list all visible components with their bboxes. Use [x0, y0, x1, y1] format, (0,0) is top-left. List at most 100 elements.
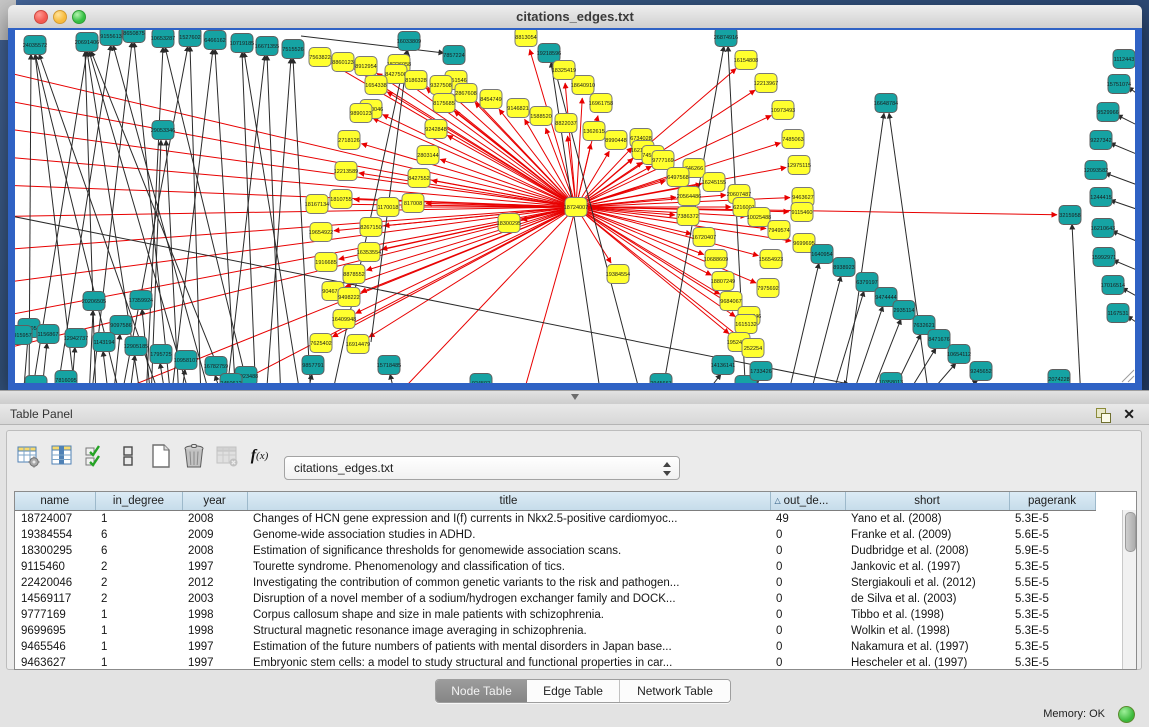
- cell-out_de[interactable]: 0: [770, 575, 845, 591]
- vertical-scrollbar[interactable]: [1122, 510, 1136, 669]
- cell-title[interactable]: Disruption of a novel member of a sodium…: [247, 591, 770, 607]
- cell-pagerank[interactable]: 5.3E-5: [1009, 607, 1095, 623]
- cell-out_de[interactable]: 0: [770, 639, 845, 655]
- cell-name[interactable]: 14569117: [15, 591, 95, 607]
- cell-short[interactable]: Franke et al. (2009): [845, 527, 1009, 543]
- table-select-dropdown[interactable]: citations_edges.txt: [284, 456, 680, 480]
- cell-pagerank[interactable]: 5.3E-5: [1009, 623, 1095, 639]
- cell-pagerank[interactable]: 5.3E-5: [1009, 559, 1095, 575]
- cell-short[interactable]: Jankovic et al. (1997): [845, 559, 1009, 575]
- cell-name[interactable]: 19384554: [15, 527, 95, 543]
- table-row[interactable]: 977716911998Corpus callosum shape and si…: [15, 607, 1095, 623]
- column-header-name[interactable]: name: [15, 492, 95, 511]
- cell-title[interactable]: Estimation of significance thresholds fo…: [247, 543, 770, 559]
- cell-name[interactable]: 9115460: [15, 559, 95, 575]
- cell-out_de[interactable]: 0: [770, 543, 845, 559]
- cell-short[interactable]: Stergiakouli et al. (2012): [845, 575, 1009, 591]
- table-row[interactable]: 946362711997Embryonic stem cells: a mode…: [15, 655, 1095, 670]
- cell-short[interactable]: de Silva et al. (2003): [845, 591, 1009, 607]
- cell-in_degree[interactable]: 1: [95, 511, 182, 528]
- close-icon[interactable]: ✕: [1123, 406, 1135, 422]
- cell-in_degree[interactable]: 6: [95, 527, 182, 543]
- cell-out_de[interactable]: 0: [770, 527, 845, 543]
- cell-name[interactable]: 18300295: [15, 543, 95, 559]
- column-header-short[interactable]: short: [845, 492, 1009, 511]
- row-height-icon[interactable]: [114, 442, 141, 470]
- cell-out_de[interactable]: 0: [770, 655, 845, 670]
- cell-year[interactable]: 2008: [182, 511, 247, 528]
- cell-title[interactable]: Changes of HCN gene expression and I(f) …: [247, 511, 770, 528]
- delete-icon[interactable]: [180, 442, 207, 470]
- cell-out_de[interactable]: 0: [770, 559, 845, 575]
- cell-name[interactable]: 9465546: [15, 639, 95, 655]
- cell-pagerank[interactable]: 5.3E-5: [1009, 591, 1095, 607]
- cell-pagerank[interactable]: 5.3E-5: [1009, 655, 1095, 670]
- float-window-icon[interactable]: [1096, 408, 1109, 421]
- table-row[interactable]: 1872400712008Changes of HCN gene express…: [15, 511, 1095, 528]
- column-header-out_de[interactable]: △out_de...: [770, 492, 845, 511]
- function-builder-icon[interactable]: f(x): [246, 442, 273, 470]
- cell-pagerank[interactable]: 5.3E-5: [1009, 511, 1095, 528]
- cell-year[interactable]: 2009: [182, 527, 247, 543]
- cell-title[interactable]: Corpus callosum shape and size in male p…: [247, 607, 770, 623]
- cell-in_degree[interactable]: 2: [95, 559, 182, 575]
- cell-in_degree[interactable]: 1: [95, 639, 182, 655]
- cell-pagerank[interactable]: 5.6E-5: [1009, 527, 1095, 543]
- cell-name[interactable]: 9463627: [15, 655, 95, 670]
- split-pane-divider[interactable]: [0, 390, 1149, 404]
- cell-year[interactable]: 2012: [182, 575, 247, 591]
- cell-in_degree[interactable]: 6: [95, 543, 182, 559]
- network-graph[interactable]: 2403557220691406915561386508751065328715…: [15, 30, 1135, 383]
- cell-short[interactable]: Dudbridge et al. (2008): [845, 543, 1009, 559]
- cell-short[interactable]: Yano et al. (2008): [845, 511, 1009, 528]
- cell-year[interactable]: 2008: [182, 543, 247, 559]
- new-file-icon[interactable]: [147, 442, 174, 470]
- cell-in_degree[interactable]: 1: [95, 607, 182, 623]
- cell-name[interactable]: 9777169: [15, 607, 95, 623]
- network-canvas[interactable]: 2403557220691406915561386508751065328715…: [15, 30, 1135, 383]
- column-header-title[interactable]: title: [247, 492, 770, 511]
- column-header-pagerank[interactable]: pagerank: [1009, 492, 1095, 511]
- table-row[interactable]: 969969511998Structural magnetic resonanc…: [15, 623, 1095, 639]
- cell-out_de[interactable]: 0: [770, 623, 845, 639]
- tab-node-table[interactable]: Node Table: [436, 680, 527, 702]
- cell-title[interactable]: Tourette syndrome. Phenomenology and cla…: [247, 559, 770, 575]
- tab-edge-table[interactable]: Edge Table: [527, 680, 619, 702]
- select-rows-icon[interactable]: [81, 442, 108, 470]
- column-header-year[interactable]: year: [182, 492, 247, 511]
- resize-grip-icon[interactable]: [1128, 376, 1134, 382]
- tab-network-table[interactable]: Network Table: [619, 680, 730, 702]
- cell-pagerank[interactable]: 5.9E-5: [1009, 543, 1095, 559]
- cell-short[interactable]: Hescheler et al. (1997): [845, 655, 1009, 670]
- network-node[interactable]: [25, 376, 47, 384]
- table-row[interactable]: 2242004622012Investigating the contribut…: [15, 575, 1095, 591]
- column-header-in_degree[interactable]: in_degree: [95, 492, 182, 511]
- cell-in_degree[interactable]: 1: [95, 623, 182, 639]
- column-edit-icon[interactable]: [48, 442, 75, 470]
- cell-year[interactable]: 1997: [182, 559, 247, 575]
- cell-title[interactable]: Investigating the contribution of common…: [247, 575, 770, 591]
- network-window-titlebar[interactable]: citations_edges.txt: [8, 5, 1142, 29]
- delete-table-icon[interactable]: [213, 442, 240, 470]
- table-settings-icon[interactable]: [15, 442, 42, 470]
- table-row[interactable]: 1456911722003Disruption of a novel membe…: [15, 591, 1095, 607]
- cell-title[interactable]: Genome-wide association studies in ADHD.: [247, 527, 770, 543]
- cell-pagerank[interactable]: 5.3E-5: [1009, 639, 1095, 655]
- cell-year[interactable]: 1997: [182, 639, 247, 655]
- cell-year[interactable]: 1998: [182, 607, 247, 623]
- cell-name[interactable]: 18724007: [15, 511, 95, 528]
- cell-name[interactable]: 22420046: [15, 575, 95, 591]
- cell-out_de[interactable]: 0: [770, 607, 845, 623]
- cell-out_de[interactable]: 49: [770, 511, 845, 528]
- cell-pagerank[interactable]: 5.5E-5: [1009, 575, 1095, 591]
- cell-title[interactable]: Estimation of the future numbers of pati…: [247, 639, 770, 655]
- cell-title[interactable]: Embryonic stem cells: a model to study s…: [247, 655, 770, 670]
- table-row[interactable]: 911546021997Tourette syndrome. Phenomeno…: [15, 559, 1095, 575]
- cell-short[interactable]: Nakamura et al. (1997): [845, 639, 1009, 655]
- cell-year[interactable]: 1998: [182, 623, 247, 639]
- resize-grip-icon[interactable]: [1122, 370, 1134, 382]
- cell-in_degree[interactable]: 1: [95, 655, 182, 670]
- cell-in_degree[interactable]: 2: [95, 591, 182, 607]
- divider-handle-icon[interactable]: [571, 394, 579, 400]
- cell-name[interactable]: 9699695: [15, 623, 95, 639]
